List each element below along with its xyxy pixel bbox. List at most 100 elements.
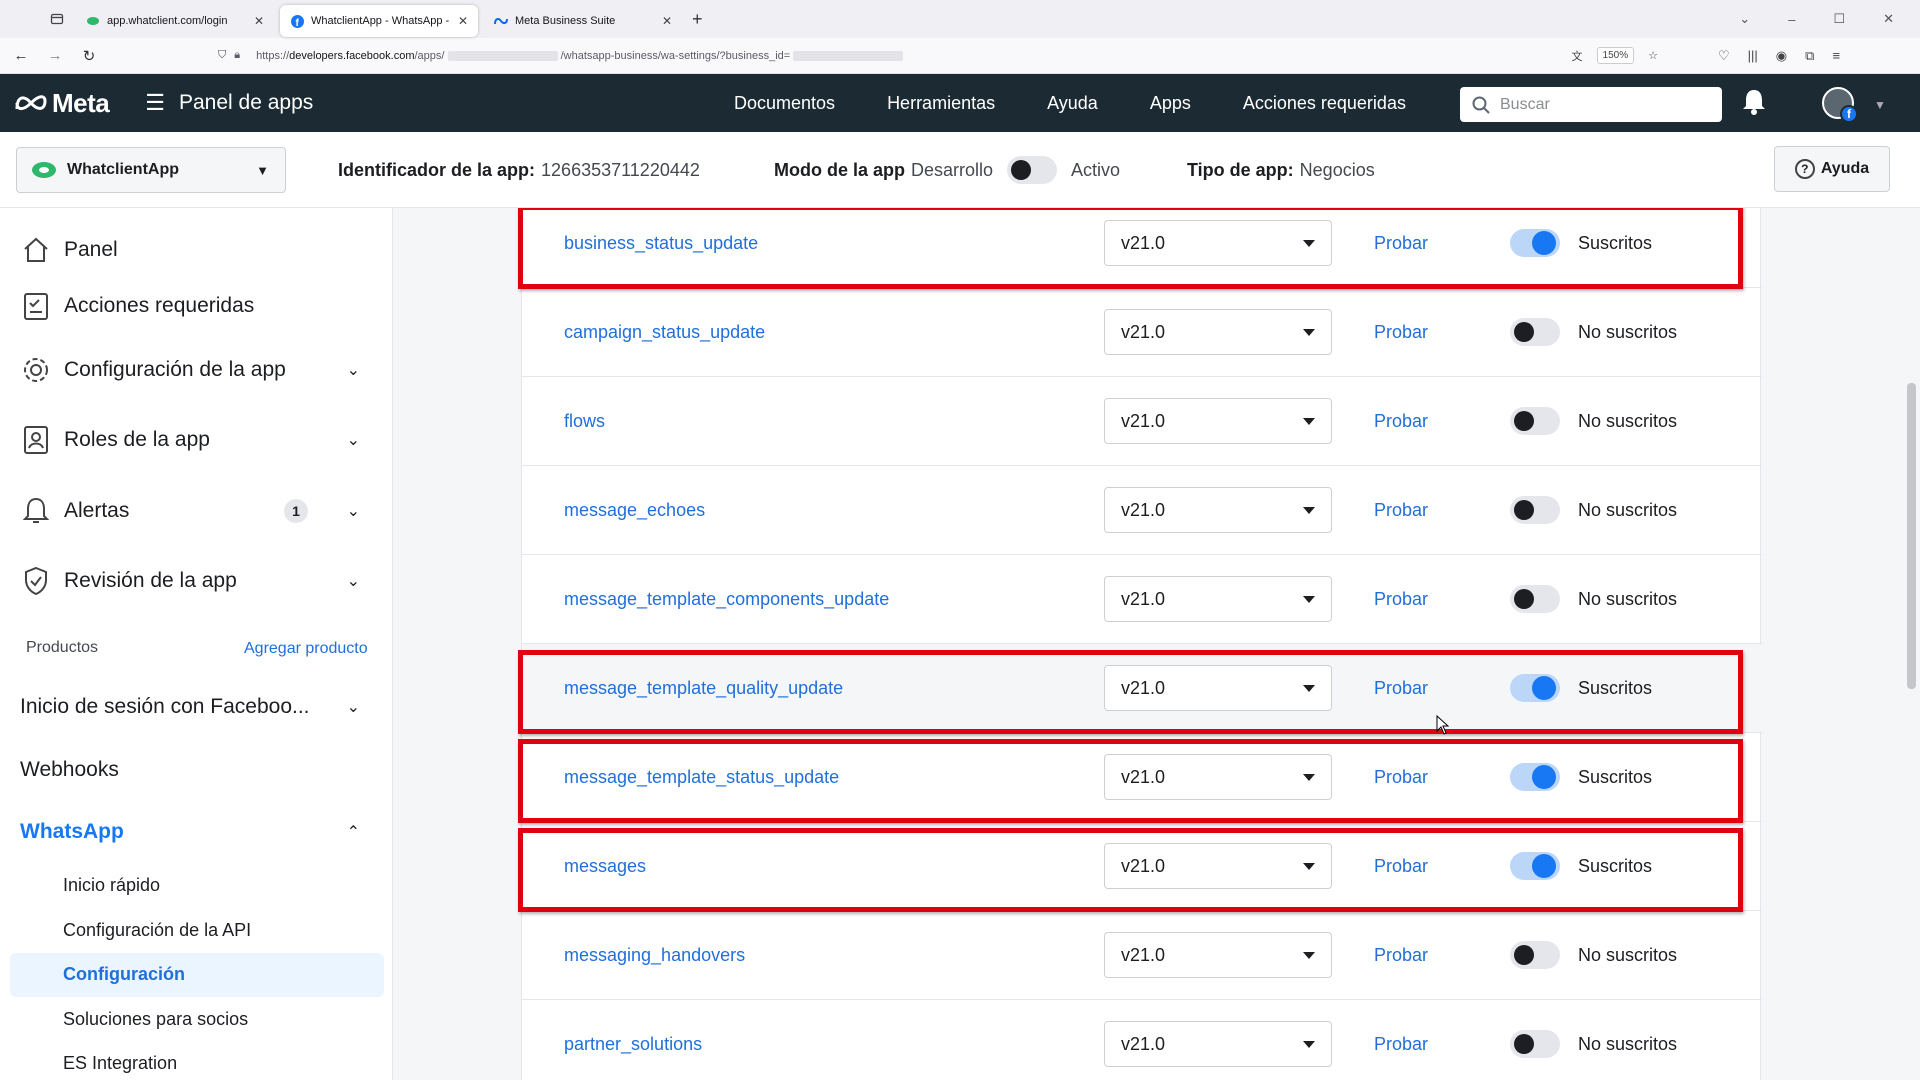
version-select[interactable]: v21.0 <box>1104 1021 1332 1067</box>
chevron-down-icon: ⌄ <box>346 362 360 379</box>
browser-nav-bar: ← → ↻ ⛉ 🔒︎ https://developers.facebook.c… <box>0 38 1920 74</box>
app-selector[interactable]: WhatclientApp ▼ <box>16 147 286 193</box>
sidebar-item-configuracion-app[interactable]: Configuración de la app ⌄ <box>20 354 360 386</box>
url-bar[interactable]: ⛉ 🔒︎ https://developers.facebook.com/app… <box>218 42 1658 70</box>
test-button[interactable]: Probar <box>1374 411 1428 432</box>
extensions-puzzle-icon[interactable]: ⧉ <box>1805 48 1814 64</box>
scrollbar-thumb[interactable] <box>1907 383 1916 689</box>
sidebar-item-acciones[interactable]: Acciones requeridas <box>20 290 360 322</box>
webhook-field-name[interactable]: messaging_handovers <box>564 945 745 966</box>
chevron-down-icon: ⌄ <box>346 503 360 520</box>
test-button[interactable]: Probar <box>1374 589 1428 610</box>
test-button[interactable]: Probar <box>1374 1034 1428 1055</box>
tab-list-chevron-icon[interactable]: ⌄ <box>1739 11 1750 27</box>
webhook-field-name[interactable]: partner_solutions <box>564 1034 702 1055</box>
webhook-field-name[interactable]: message_template_components_update <box>564 589 889 610</box>
close-tab-icon[interactable]: ✕ <box>254 14 264 28</box>
translate-icon[interactable]: 文 <box>1572 48 1583 64</box>
chevron-down-icon: ⌄ <box>346 432 360 449</box>
test-button[interactable]: Probar <box>1374 322 1428 343</box>
subscribe-toggle[interactable] <box>1510 407 1560 435</box>
subscribe-toggle[interactable] <box>1510 941 1560 969</box>
version-select[interactable]: v21.0 <box>1104 398 1332 444</box>
webhook-field-name[interactable]: flows <box>564 411 605 432</box>
nav-acciones-requeridas[interactable]: Acciones requeridas <box>1243 93 1406 114</box>
sidebar-subitem-es-integration[interactable]: ES Integration <box>63 1053 177 1074</box>
sidebar-subitem-config-api[interactable]: Configuración de la API <box>63 920 251 941</box>
gear-icon <box>20 354 52 386</box>
subscribe-toggle[interactable] <box>1510 585 1560 613</box>
extension-icon[interactable]: ◉ <box>1776 48 1787 64</box>
maximize-icon[interactable]: ☐ <box>1833 11 1845 27</box>
new-tab-icon[interactable]: + <box>692 9 703 30</box>
page-scrollbar[interactable] <box>1903 208 1920 1080</box>
tab-title: Meta Business Suite <box>515 15 616 27</box>
sidebar-subitem-inicio-rapido[interactable]: Inicio rápido <box>63 875 160 896</box>
version-select[interactable]: v21.0 <box>1104 487 1332 533</box>
webhook-field-row: campaign_status_update v21.0 Probar No susc… <box>522 288 1762 377</box>
search-input[interactable]: Buscar <box>1460 87 1722 122</box>
avatar[interactable]: f <box>1822 87 1858 123</box>
webhook-field-name[interactable]: campaign_status_update <box>564 322 765 343</box>
toggle-knob <box>1514 322 1534 342</box>
sidebar-item-roles[interactable]: Roles de la app ⌄ <box>20 424 360 456</box>
nav-ayuda[interactable]: Ayuda <box>1047 93 1098 114</box>
version-select[interactable]: v21.0 <box>1104 932 1332 978</box>
subscribe-toggle[interactable] <box>1510 1030 1560 1058</box>
sidebar-subitem-soluciones-socios[interactable]: Soluciones para socios <box>63 1009 248 1030</box>
tab-overview-icon[interactable] <box>40 0 74 38</box>
bookmark-star-icon[interactable]: ☆ <box>1648 49 1658 62</box>
bell-icon <box>20 495 52 527</box>
browser-tab-whatsapp[interactable]: f WhatclientApp - WhatsApp - M ✕ <box>280 5 478 37</box>
back-icon[interactable]: ← <box>8 47 34 64</box>
version-select[interactable]: v21.0 <box>1104 576 1332 622</box>
account-caret-icon[interactable]: ▼ <box>1874 98 1886 112</box>
browser-tab-login[interactable]: app.whatclient.com/login ✕ <box>76 5 274 37</box>
close-tab-icon[interactable]: ✕ <box>662 14 672 28</box>
sidebar-item-alertas[interactable]: Alertas 1 ⌄ <box>20 495 360 527</box>
app-mode-toggle[interactable] <box>1007 156 1058 184</box>
library-icon[interactable]: ||| <box>1748 48 1758 64</box>
nav-herramientas[interactable]: Herramientas <box>887 93 995 114</box>
sidebar-item-revision[interactable]: Revisión de la app ⌄ <box>20 565 360 597</box>
panel-title[interactable]: Panel de apps <box>179 91 313 115</box>
chevron-up-icon: ⌃ <box>346 824 360 841</box>
webhook-field-name[interactable]: message_echoes <box>564 500 705 521</box>
subscribe-toggle[interactable] <box>1510 318 1560 346</box>
zoom-level[interactable]: 150% <box>1596 47 1635 64</box>
sidebar-item-panel[interactable]: Panel <box>20 234 360 266</box>
menu-icon[interactable]: ≡ <box>1832 48 1840 64</box>
sidebar-subitem-configuracion[interactable]: Configuración <box>63 964 185 985</box>
nav-apps[interactable]: Apps <box>1150 93 1191 114</box>
sidebar-item-facebook-login[interactable]: Inicio de sesión con Faceboo... ⌄ <box>20 695 360 719</box>
nav-documentos[interactable]: Documentos <box>734 93 835 114</box>
close-tab-icon[interactable]: ✕ <box>458 14 468 28</box>
toggle-knob <box>1514 1034 1534 1054</box>
add-product-link[interactable]: Agregar producto <box>244 640 368 658</box>
whatclient-favicon-icon <box>86 14 100 28</box>
notifications-bell-icon[interactable] <box>1742 88 1766 116</box>
hamburger-menu-icon[interactable]: ☰ <box>145 90 165 116</box>
version-select[interactable]: v21.0 <box>1104 309 1332 355</box>
chevron-down-icon: ⌄ <box>346 573 360 590</box>
meta-logo[interactable]: Meta <box>14 88 110 119</box>
subscribe-toggle[interactable] <box>1510 496 1560 524</box>
products-heading: Productos <box>26 639 99 656</box>
webhook-field-row: flows v21.0 Probar No suscritos <box>522 377 1762 466</box>
reload-icon[interactable]: ↻ <box>76 47 102 65</box>
browser-tab-business-suite[interactable]: Meta Business Suite ✕ <box>484 5 682 37</box>
test-button[interactable]: Probar <box>1374 945 1428 966</box>
help-button[interactable]: ? Ayuda <box>1774 146 1890 192</box>
pocket-icon[interactable]: ♡ <box>1718 48 1730 64</box>
close-window-icon[interactable]: ✕ <box>1883 11 1894 27</box>
sidebar-item-webhooks[interactable]: Webhooks <box>20 758 360 782</box>
test-button[interactable]: Probar <box>1374 500 1428 521</box>
shield-icon[interactable]: ⛉ <box>218 49 226 62</box>
dropdown-caret-icon <box>1303 328 1315 336</box>
dropdown-caret-icon <box>1303 595 1315 603</box>
forward-icon[interactable]: → <box>42 47 68 64</box>
sidebar-item-whatsapp[interactable]: WhatsApp ⌃ <box>20 820 360 844</box>
facebook-badge-icon: f <box>1840 105 1858 123</box>
minimize-icon[interactable]: – <box>1788 12 1795 27</box>
tab-title: app.whatclient.com/login <box>107 15 228 27</box>
